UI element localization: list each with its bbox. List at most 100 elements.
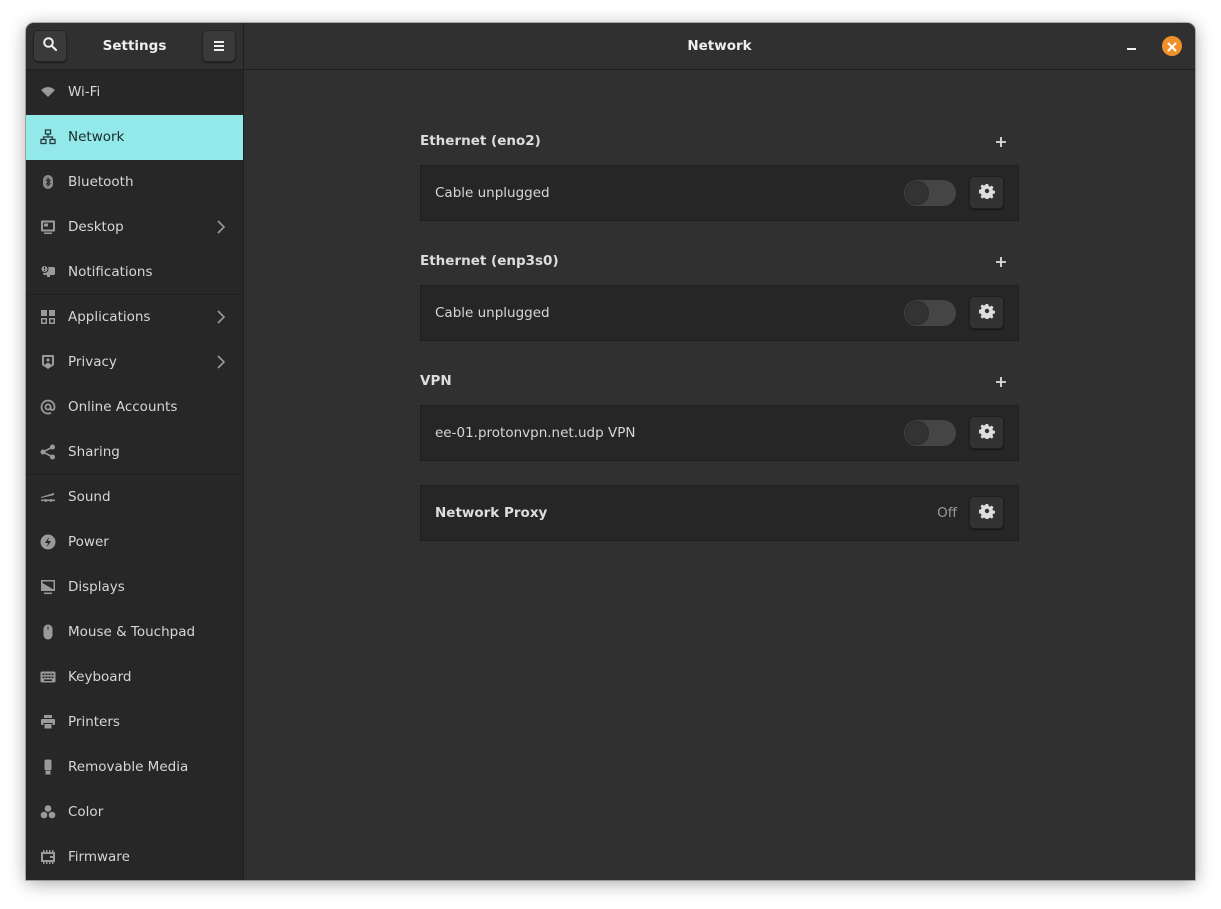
section-title-vpn: VPN <box>420 373 452 389</box>
sidebar-item-label: Removable Media <box>68 759 189 775</box>
firmware-icon <box>40 849 56 865</box>
sidebar-item-desktop[interactable]: Desktop <box>26 205 243 250</box>
toggle-knob <box>906 302 928 324</box>
network-proxy-label: Network Proxy <box>435 505 548 521</box>
gear-icon <box>978 303 995 323</box>
add-connection-button[interactable] <box>990 251 1012 273</box>
connection-settings-button[interactable] <box>969 176 1004 209</box>
sidebar-header: Settings <box>26 23 244 70</box>
network-proxy-row: Network Proxy Off <box>420 485 1019 541</box>
settings-window: Settings Network Wi-Fi Network Bluetooth… <box>26 23 1195 880</box>
connection-status: Cable unplugged <box>435 185 550 201</box>
chevron-right-icon <box>213 219 229 235</box>
sidebar: Wi-Fi Network Bluetooth Desktop Notifica… <box>26 70 244 880</box>
sidebar-item-label: Sharing <box>68 444 120 460</box>
connection-row: Cable unplugged <box>420 165 1019 221</box>
sidebar-item-label: Color <box>68 804 104 820</box>
keyboard-icon <box>40 669 56 685</box>
color-icon <box>40 804 56 820</box>
sidebar-item-label: Notifications <box>68 264 153 280</box>
printer-icon <box>40 714 56 730</box>
gear-icon <box>978 503 995 523</box>
sidebar-item-mouse-touchpad[interactable]: Mouse & Touchpad <box>26 610 243 655</box>
sidebar-item-wifi[interactable]: Wi-Fi <box>26 70 243 115</box>
connection-toggle[interactable] <box>904 180 956 206</box>
sidebar-item-label: Online Accounts <box>68 399 178 415</box>
sidebar-item-keyboard[interactable]: Keyboard <box>26 655 243 700</box>
vpn-name: ee-01.protonvpn.net.udp VPN <box>435 425 636 441</box>
plus-icon <box>995 133 1007 152</box>
main-menu-button[interactable] <box>202 30 236 62</box>
sidebar-item-label: Wi-Fi <box>68 84 101 100</box>
section-title-ethernet-eno2: Ethernet (eno2) <box>420 133 541 149</box>
connection-settings-button[interactable] <box>969 296 1004 329</box>
desktop-icon <box>40 219 56 235</box>
bluetooth-icon <box>40 174 56 190</box>
display-icon <box>40 579 56 595</box>
network-icon <box>40 129 56 145</box>
sidebar-item-removable-media[interactable]: Removable Media <box>26 745 243 790</box>
sidebar-item-label: Sound <box>68 489 111 505</box>
sidebar-item-online-accounts[interactable]: Online Accounts <box>26 385 243 430</box>
vpn-row: ee-01.protonvpn.net.udp VPN <box>420 405 1019 461</box>
sidebar-item-label: Keyboard <box>68 669 132 685</box>
hamburger-menu-icon <box>213 37 225 56</box>
sidebar-item-privacy[interactable]: Privacy <box>26 340 243 385</box>
sidebar-item-firmware[interactable]: Firmware <box>26 835 243 880</box>
vpn-settings-button[interactable] <box>969 416 1004 449</box>
wifi-icon <box>40 84 56 100</box>
proxy-settings-button[interactable] <box>969 496 1004 529</box>
sidebar-item-sound[interactable]: Sound <box>26 475 243 520</box>
vpn-toggle[interactable] <box>904 420 956 446</box>
sidebar-item-displays[interactable]: Displays <box>26 565 243 610</box>
page-title: Network <box>687 38 752 54</box>
add-connection-button[interactable] <box>990 131 1012 153</box>
gear-icon <box>978 423 995 443</box>
chevron-right-icon <box>213 309 229 325</box>
sidebar-item-label: Applications <box>68 309 151 325</box>
toggle-knob <box>906 182 928 204</box>
power-icon <box>40 534 56 550</box>
plus-icon <box>995 253 1007 272</box>
sidebar-item-label: Firmware <box>68 849 130 865</box>
sidebar-item-printers[interactable]: Printers <box>26 700 243 745</box>
add-vpn-button[interactable] <box>990 371 1012 393</box>
close-button[interactable] <box>1162 36 1182 56</box>
sidebar-item-label: Mouse & Touchpad <box>68 624 196 640</box>
sidebar-item-label: Power <box>68 534 109 550</box>
at-sign-icon <box>40 399 56 415</box>
sidebar-item-sharing[interactable]: Sharing <box>26 430 243 475</box>
network-content: Ethernet (eno2) Cable unplugged Ethernet… <box>244 70 1195 880</box>
connection-row: Cable unplugged <box>420 285 1019 341</box>
privacy-icon <box>40 354 56 370</box>
share-icon <box>40 444 56 460</box>
close-icon <box>1167 37 1177 56</box>
sidebar-item-notifications[interactable]: Notifications <box>26 250 243 295</box>
toggle-knob <box>906 422 928 444</box>
sidebar-item-label: Desktop <box>68 219 124 235</box>
sound-icon <box>40 489 56 505</box>
mouse-icon <box>40 624 56 640</box>
proxy-status: Off <box>937 505 957 521</box>
sidebar-item-color[interactable]: Color <box>26 790 243 835</box>
notifications-icon <box>40 264 56 280</box>
sidebar-item-applications[interactable]: Applications <box>26 295 243 340</box>
connection-status: Cable unplugged <box>435 305 550 321</box>
minimize-icon <box>1126 48 1136 50</box>
chevron-right-icon <box>213 354 229 370</box>
removable-media-icon <box>40 759 56 775</box>
sidebar-item-label: Network <box>68 129 125 145</box>
gear-icon <box>978 183 995 203</box>
sidebar-item-bluetooth[interactable]: Bluetooth <box>26 160 243 205</box>
sidebar-item-label: Privacy <box>68 354 117 370</box>
minimize-button[interactable] <box>1121 36 1141 56</box>
sidebar-item-label: Displays <box>68 579 125 595</box>
sidebar-item-label: Printers <box>68 714 120 730</box>
connection-toggle[interactable] <box>904 300 956 326</box>
sidebar-item-label: Bluetooth <box>68 174 134 190</box>
content-header: Network <box>244 23 1195 70</box>
applications-icon <box>40 309 56 325</box>
sidebar-item-power[interactable]: Power <box>26 520 243 565</box>
section-title-ethernet-enp3s0: Ethernet (enp3s0) <box>420 253 559 269</box>
sidebar-item-network[interactable]: Network <box>26 115 243 160</box>
